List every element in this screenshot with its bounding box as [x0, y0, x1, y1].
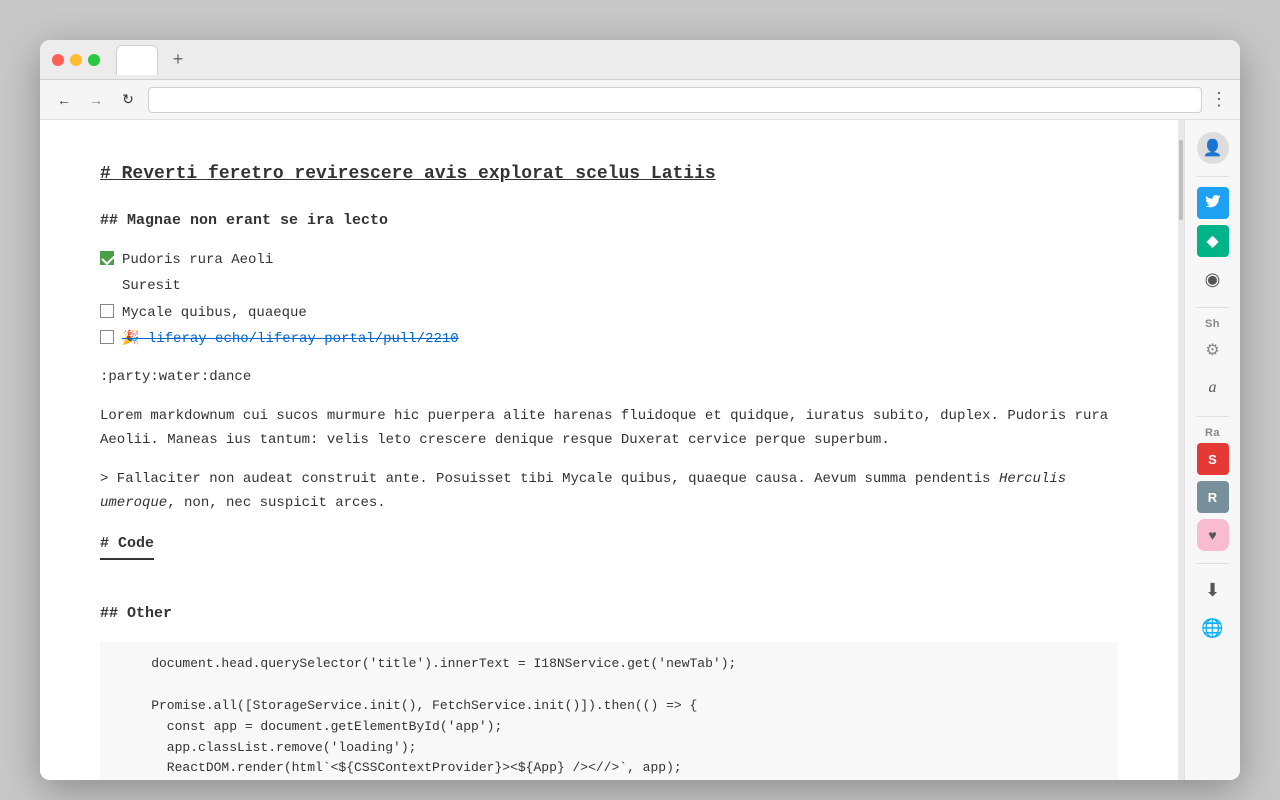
sidebar-sh-label: Sh	[1205, 318, 1220, 330]
checklist-item-1: Pudoris rura Aeoli	[100, 249, 1118, 271]
sidebar-divider-3	[1197, 416, 1229, 417]
checkbox-3[interactable]	[100, 330, 114, 344]
checklist-label-3[interactable]: 🎉 liferay-echo/liferay-portal/pull/2210	[122, 328, 459, 350]
new-tab-button[interactable]: +	[166, 48, 190, 72]
checklist-item-3: 🎉 liferay-echo/liferay-portal/pull/2210	[100, 328, 1118, 350]
sidebar-twitter-icon[interactable]	[1197, 187, 1229, 219]
refresh-button[interactable]: ↻	[116, 88, 140, 112]
checkbox-1[interactable]	[100, 251, 114, 265]
forward-button[interactable]: →	[84, 88, 108, 112]
sidebar-amazon-icon[interactable]: a	[1197, 372, 1229, 404]
sidebar-globe-icon[interactable]: 🌐	[1197, 612, 1229, 644]
browser-window: + ← → ↻ ⋮ # Reverti feretro revirescere …	[40, 40, 1240, 780]
heading-other-text: ## Other	[100, 605, 172, 622]
content-area: # Reverti feretro revirescere avis explo…	[40, 120, 1240, 780]
emoji-line: :party:water:dance	[100, 366, 1118, 388]
heading-code: # Code	[100, 532, 154, 560]
twitter-svg	[1205, 195, 1221, 211]
code-block: document.head.querySelector('title').inn…	[100, 642, 1118, 780]
sidebar-teal-icon[interactable]: ◆	[1197, 225, 1229, 257]
heading-1: # Reverti feretro revirescere avis explo…	[100, 160, 1118, 189]
sidebar-pink-icon[interactable]: ♥	[1197, 519, 1229, 551]
title-bar: +	[40, 40, 1240, 80]
sidebar-divider-2	[1197, 307, 1229, 308]
back-button[interactable]: ←	[52, 88, 76, 112]
italic-text: Herculis umeroque	[100, 471, 1066, 511]
heading-1-text: # Reverti feretro revirescere avis explo…	[100, 164, 716, 184]
address-bar[interactable]	[148, 87, 1202, 113]
sidebar-avatar-icon[interactable]: 👤	[1197, 132, 1229, 164]
checkbox-2[interactable]	[100, 304, 114, 318]
traffic-lights	[52, 54, 100, 66]
close-button[interactable]	[52, 54, 64, 66]
checklist-label-2: Mycale quibus, quaeque	[122, 302, 307, 324]
nav-bar: ← → ↻ ⋮	[40, 80, 1240, 120]
paragraph-1: Lorem markdownum cui sucos murmure hic p…	[100, 405, 1118, 453]
sidebar-divider-4	[1197, 563, 1229, 564]
heading-2-1: ## Magnae non erant se ira lecto	[100, 209, 1118, 233]
checklist-indent-1: Suresit	[100, 275, 1118, 297]
heading-other: ## Other	[100, 602, 1118, 626]
checklist-item-2: Mycale quibus, quaeque	[100, 302, 1118, 324]
sidebar-codepen-icon[interactable]: ◉	[1197, 263, 1229, 295]
checklist-label-1: Pudoris rura Aeoli	[122, 249, 273, 271]
sidebar-divider-1	[1197, 176, 1229, 177]
sidebar-wheel-icon[interactable]: ⚙	[1197, 334, 1229, 366]
active-tab[interactable]	[116, 45, 158, 75]
blockquote: > Fallaciter non audeat construit ante. …	[100, 468, 1118, 516]
heading-code-text: # Code	[100, 535, 154, 552]
heading-2-1-text: ## Magnae non erant se ira lecto	[100, 212, 388, 229]
minimize-button[interactable]	[70, 54, 82, 66]
right-sidebar: 👤 ◆ ◉ Sh ⚙ a Ra S R ♥ ⬇ 🌐	[1184, 120, 1240, 780]
sidebar-ra-label: Ra	[1205, 427, 1220, 439]
markdown-view: # Reverti feretro revirescere avis explo…	[40, 120, 1178, 780]
tab-bar: +	[116, 45, 1228, 75]
maximize-button[interactable]	[88, 54, 100, 66]
sidebar-red-s-icon[interactable]: S	[1197, 443, 1229, 475]
sidebar-gray-r-icon[interactable]: R	[1197, 481, 1229, 513]
sidebar-download-icon[interactable]: ⬇	[1197, 574, 1229, 606]
more-menu-icon[interactable]: ⋮	[1210, 89, 1228, 110]
scrollbar-thumb[interactable]	[1179, 140, 1183, 220]
